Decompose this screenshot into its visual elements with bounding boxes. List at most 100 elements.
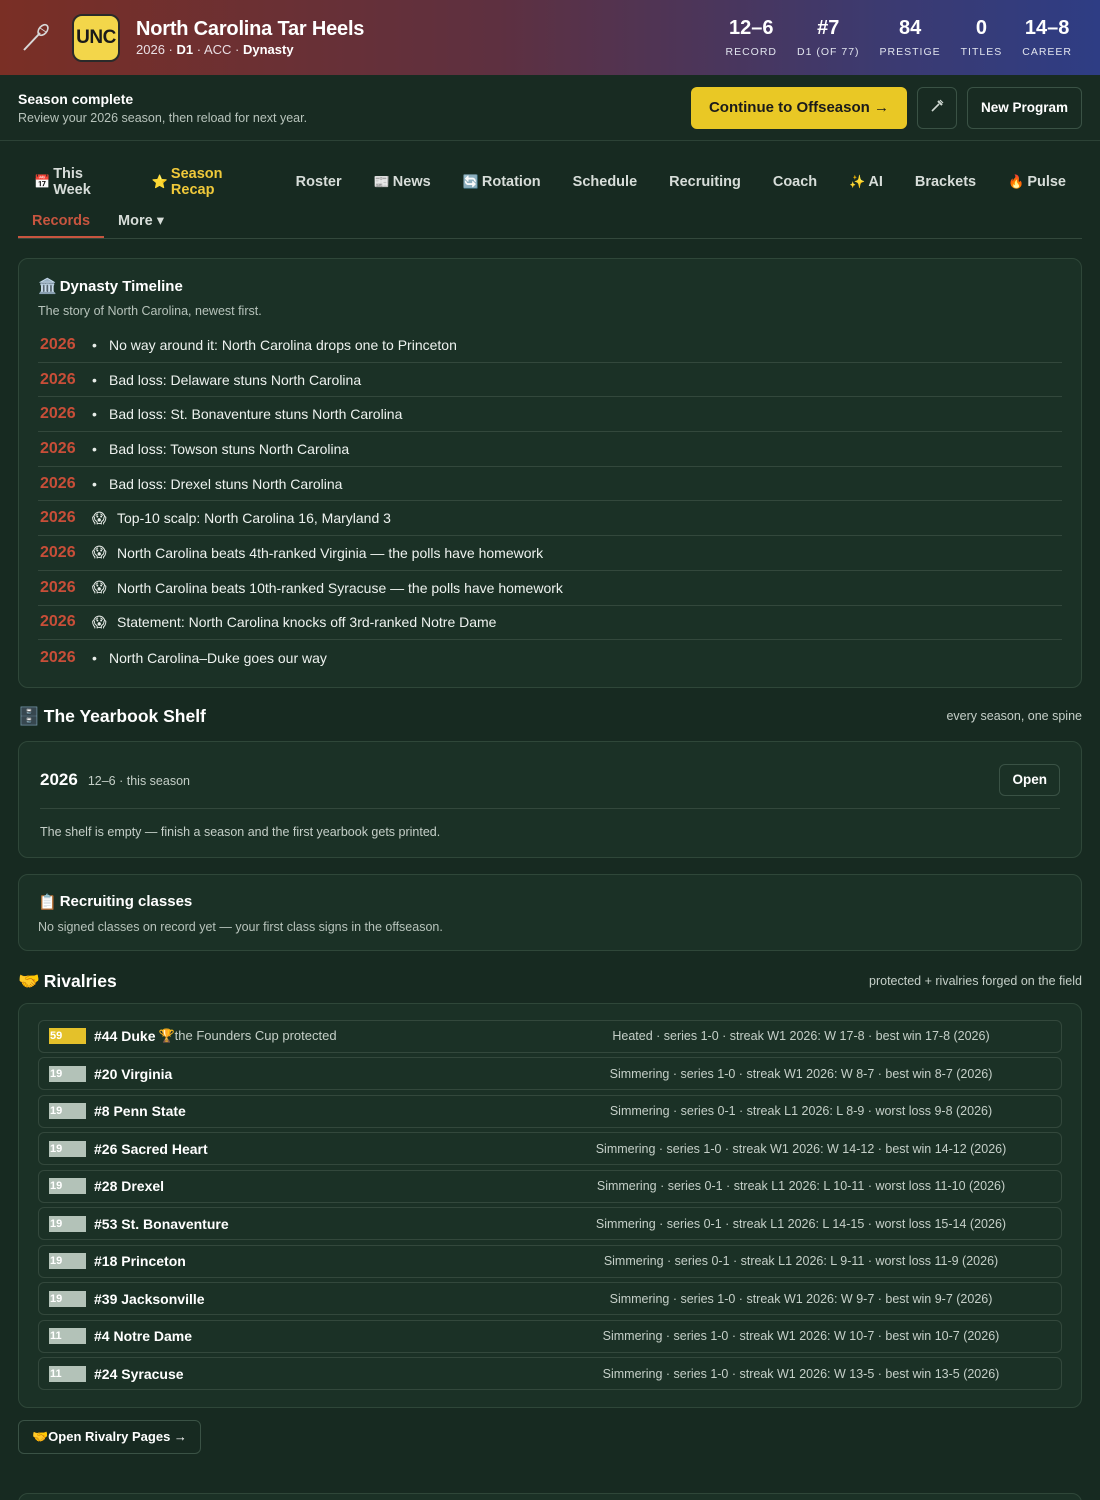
shocked-face-icon: 😱 <box>92 509 107 526</box>
subtab-records[interactable]: Records <box>18 213 105 238</box>
lacrosse-stick-icon <box>18 21 52 55</box>
tab-label: Brackets <box>914 174 977 190</box>
bullet-icon: • <box>92 336 97 353</box>
rivalry-detail: Simmering · series 0-1 · streak L1 2026:… <box>609 1104 993 1119</box>
rivalry-row[interactable]: 19 #20 Virginia Simmering · series 1-0 · s… <box>38 1057 1062 1091</box>
tab-label: Coach <box>772 174 818 190</box>
rivalry-row[interactable]: 19 #39 Jacksonville Simmering · series 1-0… <box>38 1282 1062 1316</box>
rivalry-heat-meter: 59 <box>49 1028 86 1045</box>
tab-label: News <box>392 174 431 190</box>
new-program-button[interactable]: New Program <box>966 86 1082 129</box>
rivalry-row[interactable]: 11 #24 Syracuse Simmering · series 1-0 · s… <box>38 1357 1062 1391</box>
tab-label: Schedule <box>572 174 638 190</box>
yearbook-shelf-card: 2026 12–6 · this season Open The shelf i… <box>18 740 1082 858</box>
stat-value: 12–6 <box>729 17 774 39</box>
tab-coach[interactable]: Coach <box>757 174 833 190</box>
timeline-entry: 2026 • No way around it: North Carolina dr… <box>38 328 1062 363</box>
rivalry-row[interactable]: 19 #53 St. Bonaventure Simmering · series … <box>38 1207 1062 1241</box>
dynasty-timeline-title: Dynasty Timeline <box>59 277 183 295</box>
timeline-year: 2026 <box>40 543 76 561</box>
rivalry-detail: Simmering · series 1-0 · streak W1 2026:… <box>595 1141 1007 1156</box>
continue-to-offseason-button[interactable]: Continue to Offseason → <box>690 86 907 129</box>
rivalry-heat-value: 19 <box>50 1067 63 1080</box>
stat-value: 14–8 <box>1024 17 1070 39</box>
rivalry-opponent: #18 Princeton <box>94 1253 186 1270</box>
bullet-icon: • <box>92 406 97 423</box>
recruiting-classes-card: 📋 Recruiting classes No signed classes on… <box>18 873 1082 951</box>
tab-rotation[interactable]: 🔄 Rotation <box>447 174 557 190</box>
yearbook-title: The Yearbook Shelf <box>43 705 206 726</box>
rivalry-heat-meter: 19 <box>49 1253 86 1270</box>
tab-pulse[interactable]: 🔥 Pulse <box>992 174 1082 190</box>
bullet-icon: • <box>92 649 97 666</box>
timeline-entry: 2026 😱 Top-10 scalp: North Carolina 16, Ma… <box>38 501 1062 537</box>
tab-brackets[interactable]: Brackets <box>899 174 992 190</box>
tab-ai[interactable]: ✨ AI <box>833 174 899 190</box>
tab-recruiting[interactable]: Recruiting <box>653 174 757 190</box>
stat-value: 84 <box>898 17 922 39</box>
rivalry-heat-value: 59 <box>50 1030 63 1043</box>
rivalry-row[interactable]: 11 #4 Notre Dame Simmering · series 1-0 · … <box>38 1319 1062 1353</box>
rivalry-heat-meter: 19 <box>49 1290 86 1307</box>
program-header: UNC North Carolina Tar Heels 2026 · D1 ·… <box>0 0 1100 75</box>
file-cabinet-icon: 🗄️ <box>18 705 40 726</box>
rivalry-detail: Simmering · series 1-0 · streak W1 2026:… <box>602 1366 1000 1381</box>
stat-value: 0 <box>975 17 987 39</box>
rivalry-opponent: #8 Penn State <box>94 1103 186 1120</box>
bullet-icon: • <box>92 440 97 457</box>
timeline-entry: 2026 😱 Statement: North Carolina knocks of… <box>38 606 1062 641</box>
timeline-year: 2026 <box>40 474 76 492</box>
rivalry-detail: Simmering · series 1-0 · streak W1 2026:… <box>609 1066 993 1081</box>
tab-roster[interactable]: Roster <box>280 174 358 190</box>
shocked-face-icon: 😱 <box>92 544 107 561</box>
rivalry-opponent: #26 Sacred Heart <box>94 1140 208 1157</box>
timeline-entry: 2026 • Bad loss: Drexel stuns North Caroli… <box>38 467 1062 502</box>
rivalry-row[interactable]: 19 #26 Sacred Heart Simmering · series 1-0… <box>38 1132 1062 1166</box>
column-building-icon: 🏛️ <box>38 278 57 295</box>
open-rivalry-pages-button[interactable]: 🤝Open Rivalry Pages → <box>18 1419 201 1454</box>
stat-value: #7 <box>817 17 840 39</box>
rivalry-detail: Heated · series 1-0 · streak W1 2026: W … <box>612 1029 990 1044</box>
rivalry-heat-value: 19 <box>50 1142 63 1155</box>
rivalry-row[interactable]: 19 #18 Princeton Simmering · series 0-1 · … <box>38 1244 1062 1278</box>
rivalry-heat-value: 19 <box>50 1255 63 1268</box>
rivalry-row[interactable]: 19 #8 Penn State Simmering · series 0-1 · … <box>38 1094 1062 1128</box>
timeline-text: No way around it: North Carolina drops o… <box>109 336 457 353</box>
stat-label: D1 (OF 77) <box>797 46 860 58</box>
timeline-year: 2026 <box>40 370 76 388</box>
rivalry-heat-meter: 11 <box>49 1365 86 1382</box>
rivalry-row[interactable]: 59 #44 Duke 🏆the Founders Cup protected Hea… <box>38 1019 1062 1053</box>
program-name: North Carolina Tar Heels <box>136 18 365 40</box>
subtab-more[interactable]: More ▾ <box>104 213 178 238</box>
tab-icon: ⭐ <box>151 174 168 189</box>
rivalry-heat-value: 11 <box>50 1367 62 1380</box>
tab-icon: 🔄 <box>462 174 479 189</box>
tab-schedule[interactable]: Schedule <box>557 174 653 190</box>
timeline-text: North Carolina beats 10th-ranked Syracus… <box>117 579 563 596</box>
dynasty-timeline-card: 🏛️ Dynasty Timeline The story of North Ca… <box>18 258 1082 688</box>
timeline-text: Bad loss: Drexel stuns North Carolina <box>109 475 343 492</box>
season-status-subtitle: Review your 2026 season, then reload for… <box>18 110 308 125</box>
rivalry-row[interactable]: 19 #28 Drexel Simmering · series 0-1 · str… <box>38 1169 1062 1203</box>
rivalry-opponent: #20 Virginia <box>94 1065 173 1082</box>
timeline-entry: 2026 😱 North Carolina beats 4th-ranked Vir… <box>38 536 1062 571</box>
rivalry-opponent: #4 Notre Dame <box>94 1328 193 1345</box>
tab-season-recap[interactable]: ⭐ Season Recap <box>136 166 280 198</box>
rivalry-opponent: #53 St. Bonaventure <box>94 1215 229 1232</box>
stat-label: RECORD <box>725 46 778 58</box>
stat-career: 14–8 CAREER <box>1012 17 1082 58</box>
timeline-entry: 2026 • Bad loss: St. Bonaventure stuns Nor… <box>38 397 1062 433</box>
tab-icon: 📰 <box>373 174 390 189</box>
recruiting-classes-text: No signed classes on record yet — your f… <box>38 919 443 934</box>
open-yearbook-button[interactable]: Open <box>999 763 1060 796</box>
tools-button[interactable] <box>916 86 957 129</box>
rivalry-opponent: #24 Syracuse <box>94 1365 184 1382</box>
rivalry-opponent: #44 Duke <box>94 1028 156 1045</box>
rivalry-heat-value: 19 <box>50 1217 63 1230</box>
tab-icon: 🔥 <box>1008 174 1025 189</box>
next-card-edge <box>18 1493 1082 1500</box>
tab-this-week[interactable]: 📅 This Week <box>18 166 136 198</box>
tab-news[interactable]: 📰 News <box>358 174 447 190</box>
yearbook-section-header: 🗄️ The Yearbook Shelf every season, one s… <box>18 706 1082 727</box>
timeline-text: North Carolina beats 4th-ranked Virginia… <box>117 544 544 561</box>
